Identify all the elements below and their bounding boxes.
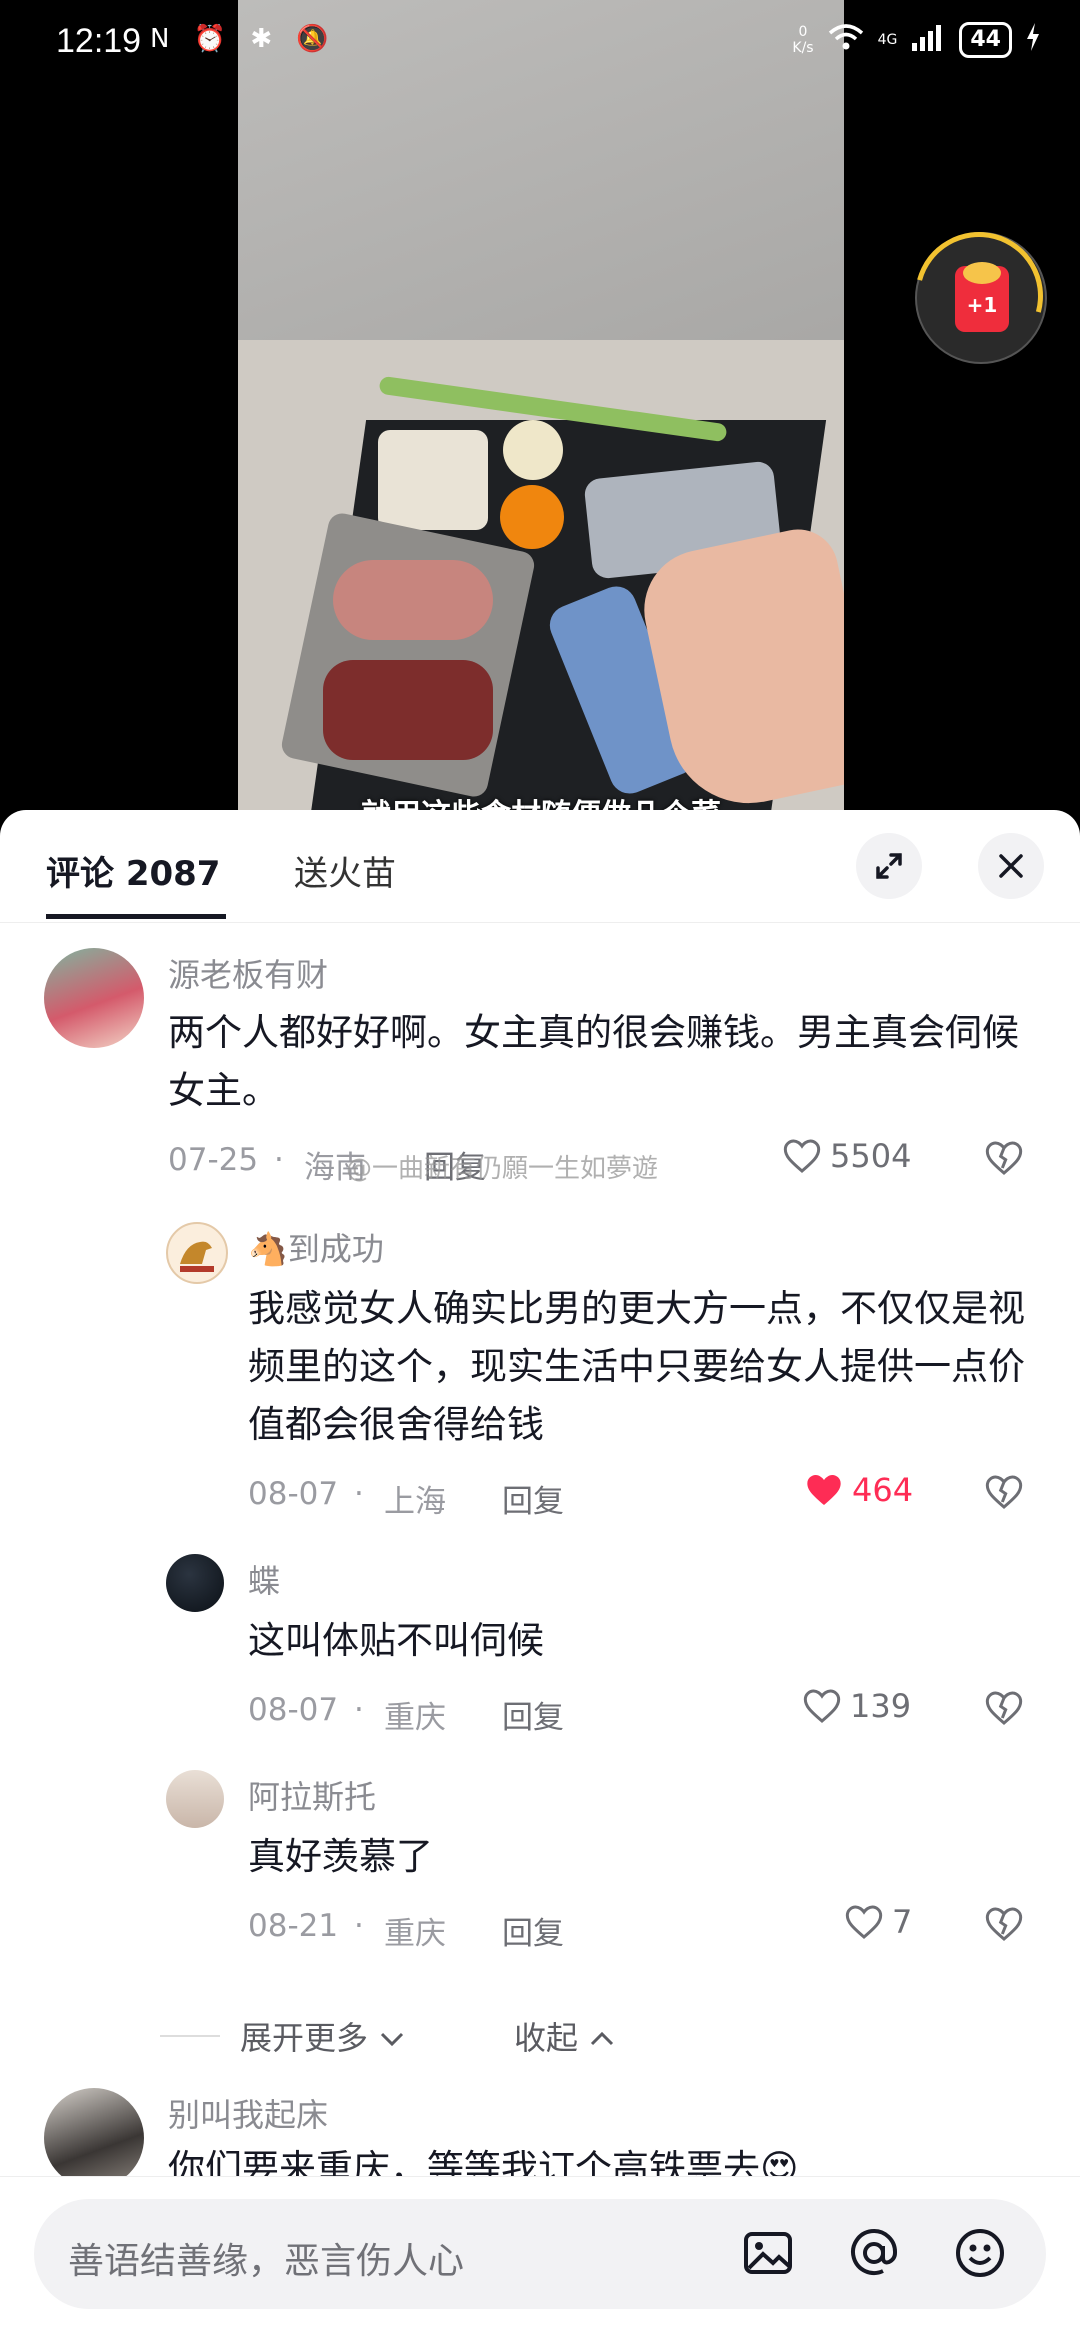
- comment-author[interactable]: 别叫我起床: [168, 2090, 328, 2136]
- comment-input[interactable]: 善语结善缘，恶言伤人心: [34, 2199, 1046, 2309]
- expand-more-label: 展开更多: [240, 2019, 369, 2057]
- tab-active-indicator: [46, 914, 226, 919]
- dislike-icon[interactable]: [984, 1904, 1024, 1944]
- like-button[interactable]: 139: [802, 1686, 911, 1726]
- comment-text: 这叫体贴不叫伺候: [248, 1619, 544, 1662]
- net-speed: 0 K/s: [792, 24, 814, 56]
- avatar[interactable]: [44, 948, 144, 1048]
- comments-sheet: 评论 2087 送火苗 源老板有财 两个人都好好啊。女主真的很会赚钱。男主真会伺…: [0, 810, 1080, 2331]
- comment-date: 07-25: [168, 1142, 259, 1178]
- like-count: 139: [850, 1687, 912, 1725]
- expand-more-button[interactable]: 展开更多: [240, 2013, 406, 2059]
- avatar[interactable]: [44, 2088, 144, 2188]
- avatar[interactable]: [166, 1770, 224, 1828]
- red-envelope-icon: +1: [955, 262, 1009, 332]
- chevron-up-icon: [591, 2031, 614, 2046]
- comment-date: 08-21: [248, 1908, 339, 1944]
- status-right: 0 K/s 4G 44: [792, 22, 1040, 58]
- tab-send-fire[interactable]: 送火苗: [294, 846, 396, 895]
- tab-comments[interactable]: 评论 2087: [46, 846, 220, 895]
- comment-author[interactable]: 阿拉斯托: [248, 1772, 376, 1818]
- meta-separator: ·: [354, 1692, 364, 1728]
- reply-button[interactable]: 回复: [502, 1692, 564, 1737]
- heart-filled-icon: [807, 1475, 841, 1505]
- collapse-label: 收起: [514, 2019, 579, 2057]
- sheet-tabs: 评论 2087 送火苗: [0, 810, 1080, 923]
- battery-indicator: 44: [959, 22, 1012, 58]
- like-count: 5504: [830, 1137, 912, 1175]
- comment-location: 上海: [384, 1484, 446, 1520]
- avatar[interactable]: [166, 1222, 228, 1284]
- dislike-icon[interactable]: [984, 1472, 1024, 1512]
- comment-author[interactable]: 蝶: [248, 1556, 280, 1602]
- meta-separator: ·: [274, 1142, 284, 1178]
- comment-location: 重庆: [384, 1700, 446, 1736]
- like-count: 7: [892, 1903, 913, 1941]
- comment-text: 真好羡慕了: [248, 1835, 433, 1878]
- emoji-icon[interactable]: [952, 2226, 1008, 2282]
- comment-text: 我感觉女人确实比男的更大方一点，不仅仅是视频里的这个，现实生活中只要给女人提供一…: [248, 1287, 1025, 1446]
- status-notification-icons: N ⏰ ✱ 🔕: [150, 24, 337, 54]
- video-frame[interactable]: 就用这些食材随便做几个菜: [238, 0, 844, 830]
- meta-separator: ·: [354, 1476, 364, 1512]
- avatar[interactable]: [166, 1554, 224, 1612]
- like-count: 464: [852, 1471, 914, 1509]
- comment-author[interactable]: 🐴到成功: [248, 1224, 384, 1270]
- reply-button[interactable]: 回复: [502, 1908, 564, 1953]
- reply-button[interactable]: 回复: [502, 1476, 564, 1521]
- network-type: 4G: [877, 32, 898, 48]
- comment-input-placeholder: 善语结善缘，恶言伤人心: [68, 2241, 465, 2282]
- comment-text: 两个人都好好啊。女主真的很会赚钱。男主真会伺候女主。: [168, 1011, 1019, 1112]
- dislike-icon[interactable]: [984, 1688, 1024, 1728]
- signal-icon: [911, 23, 945, 58]
- watermark: @一曲新有仍願一生如夢遊: [346, 1154, 659, 1184]
- wifi-icon: [828, 23, 864, 58]
- reply-thread-controls: 展开更多 收起: [0, 2005, 1080, 2065]
- comment-location: 重庆: [384, 1916, 446, 1952]
- expand-icon: [876, 853, 902, 879]
- comment-input-bar: 善语结善缘，恶言伤人心: [0, 2176, 1080, 2332]
- status-time: 12:19: [56, 22, 142, 60]
- collapse-button[interactable]: 收起: [514, 2013, 616, 2059]
- comment-date: 08-07: [248, 1476, 339, 1512]
- charging-icon: [1026, 22, 1040, 58]
- close-button[interactable]: [978, 833, 1044, 899]
- like-button[interactable]: 5504: [782, 1136, 911, 1176]
- close-icon: [999, 854, 1023, 878]
- heart-icon: [845, 1905, 883, 1939]
- mention-icon[interactable]: [846, 2226, 902, 2282]
- like-button-active[interactable]: 464: [804, 1470, 913, 1510]
- comment-date: 08-07: [248, 1692, 339, 1728]
- red-packet-bonus-button[interactable]: +1: [891, 208, 1067, 384]
- like-button[interactable]: 7: [844, 1902, 912, 1942]
- golden-horse-icon: [180, 1241, 214, 1272]
- video-player[interactable]: 就用这些食材随便做几个菜 +1: [0, 0, 1080, 830]
- divider: [160, 2035, 220, 2037]
- meta-separator: ·: [354, 1908, 364, 1944]
- chevron-down-icon: [381, 2032, 404, 2047]
- status-bar: 12:19 N ⏰ ✱ 🔕 0 K/s 4G 44: [0, 0, 1080, 90]
- expand-button[interactable]: [856, 833, 922, 899]
- image-icon[interactable]: [740, 2226, 796, 2282]
- comment-author[interactable]: 源老板有财: [168, 950, 328, 996]
- heart-icon: [803, 1689, 841, 1723]
- dislike-icon[interactable]: [984, 1138, 1024, 1178]
- heart-icon: [783, 1139, 821, 1173]
